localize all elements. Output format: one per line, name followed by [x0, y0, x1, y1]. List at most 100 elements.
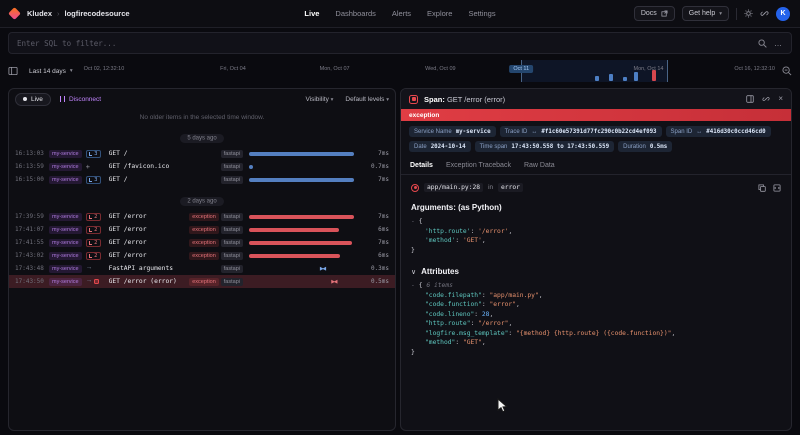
- expand-icon[interactable]: +: [86, 163, 90, 171]
- fastapi-tag: fastapi: [221, 163, 243, 171]
- nav-tab-live[interactable]: Live: [304, 9, 319, 18]
- get-help-button[interactable]: Get help ▾: [682, 6, 729, 21]
- row-duration: 6ms: [365, 252, 389, 259]
- search-icon[interactable]: [758, 39, 767, 48]
- time-range-select[interactable]: Last 14 days ▾: [25, 65, 77, 78]
- child-arrow-icon: →: [86, 278, 93, 285]
- levels-dropdown[interactable]: Default levels ▾: [345, 96, 389, 103]
- share-link-icon[interactable]: [760, 9, 769, 18]
- live-button[interactable]: Live: [15, 93, 51, 106]
- attributes-heading[interactable]: ∨ Attributes: [411, 267, 781, 276]
- pause-icon: [60, 96, 65, 102]
- nav-tab-dashboards[interactable]: Dashboards: [335, 9, 375, 18]
- trace-row[interactable]: 17:39:59my-service2GET /errorexceptionfa…: [9, 210, 395, 223]
- timeline-bar: Last 14 days ▾ Oct 02, 12:32:10Fri, Oct …: [8, 58, 792, 84]
- copy-icon[interactable]: [758, 184, 766, 192]
- live-dot-icon: [23, 97, 27, 101]
- zoom-out-icon[interactable]: [782, 66, 792, 76]
- trace-row[interactable]: 17:43:02my-service2GET /errorexceptionfa…: [9, 249, 395, 262]
- meta-chip-service-name: Service Namemy-service: [409, 126, 496, 137]
- breadcrumb-project[interactable]: logfirecodesource: [65, 9, 130, 18]
- chevron-down-icon: ▾: [70, 68, 73, 74]
- trace-row[interactable]: 17:43:48my-service→FastAPI argumentsfast…: [9, 262, 395, 275]
- copy-code-icon[interactable]: [773, 184, 781, 192]
- id-link-icon: ↔: [696, 129, 702, 135]
- arguments-heading[interactable]: Arguments: (as Python): [411, 203, 781, 212]
- exception-tag: exception: [189, 239, 219, 247]
- top-navbar: Kludex › logfirecodesource LiveDashboard…: [0, 0, 800, 28]
- trace-row[interactable]: 17:41:07my-service2GET /errorexceptionfa…: [9, 223, 395, 236]
- filter-more-icon[interactable]: …: [774, 39, 783, 48]
- source-file-link[interactable]: app/main.py:28: [424, 183, 483, 192]
- open-in-panel-icon[interactable]: [746, 95, 754, 103]
- fastapi-tag: fastapi: [221, 252, 243, 260]
- span-count-badge[interactable]: 2: [86, 239, 101, 247]
- row-duration: 7ms: [365, 239, 389, 246]
- row-duration: 7ms: [365, 213, 389, 220]
- timeline-tick-label: Wed, Oct 09: [425, 66, 455, 72]
- logfire-logo-icon[interactable]: [8, 7, 21, 20]
- meta-chip-duration: Duration0.5ms: [618, 141, 672, 152]
- fastapi-tag: fastapi: [221, 176, 243, 184]
- source-in-word: in: [488, 184, 493, 191]
- fastapi-tag: fastapi: [221, 213, 243, 221]
- detail-tab-exception-traceback[interactable]: Exception Traceback: [446, 158, 511, 173]
- timeline-view-toggle-icon[interactable]: [8, 66, 18, 76]
- id-link-icon: ↔: [531, 129, 537, 135]
- trace-row[interactable]: 16:15:00my-service3GET /fastapi7ms: [9, 173, 395, 186]
- timeline-histogram-bar: [652, 70, 656, 81]
- timeline-tick-label: Oct 02, 12:32:10: [84, 66, 125, 72]
- meta-chip-date: Date2024-10-14: [409, 141, 471, 152]
- timeline-tick-label: Oct 16, 12:32:10: [734, 66, 775, 72]
- timeline-histogram-bar: [634, 72, 638, 81]
- trace-list: No older items in the selected time wind…: [9, 109, 395, 430]
- nav-tab-alerts[interactable]: Alerts: [392, 9, 411, 18]
- span-label: GET /error: [109, 213, 183, 220]
- trace-row[interactable]: 16:13:59my-service+GET /favicon.icofasta…: [9, 160, 395, 173]
- fold-toggle-icon[interactable]: -: [411, 282, 415, 289]
- code-entry: "http.route": "/error",: [411, 319, 781, 329]
- copy-link-icon[interactable]: [762, 95, 770, 103]
- meta-chip-span-id: Span ID↔#416d30c0ccd46cd0: [666, 126, 771, 137]
- visibility-dropdown[interactable]: Visibility ▾: [305, 96, 333, 103]
- duration-bar: [249, 241, 352, 245]
- span-count-badge[interactable]: 2: [86, 213, 101, 221]
- exception-tag: exception: [189, 252, 219, 260]
- chevron-down-icon: ∨: [411, 268, 416, 276]
- docs-button[interactable]: Docs: [634, 6, 675, 21]
- theme-toggle-icon[interactable]: [744, 9, 753, 18]
- row-duration: 7ms: [365, 176, 389, 183]
- service-tag: my-service: [49, 252, 82, 260]
- breadcrumb-org[interactable]: Kludex: [27, 9, 52, 18]
- code-entry: "method": "GET",: [411, 338, 781, 348]
- detail-tab-raw-data[interactable]: Raw Data: [524, 158, 555, 173]
- meta-chip-trace-id: Trace ID↔#f1c60e57391d77fc290c0b22cd4ef0…: [500, 126, 662, 137]
- span-count-badge[interactable]: 2: [86, 252, 101, 260]
- disconnect-button[interactable]: Disconnect: [60, 96, 101, 103]
- fold-toggle-icon[interactable]: -: [411, 218, 415, 225]
- span-count-badge[interactable]: 2: [86, 226, 101, 234]
- attributes-code-block: -{ 6 items"code.filepath": "app/main.py"…: [411, 281, 781, 357]
- timeline-ruler[interactable]: Oct 02, 12:32:10Fri, Oct 04Mon, Oct 07We…: [84, 58, 775, 84]
- nav-tab-explore[interactable]: Explore: [427, 9, 452, 18]
- trace-row[interactable]: 16:13:03my-service3GET /fastapi7ms: [9, 147, 395, 160]
- sql-filter-input[interactable]: [17, 39, 751, 48]
- timeline-tick-label: Mon, Oct 14: [633, 66, 663, 72]
- detail-tab-details[interactable]: Details: [410, 158, 433, 173]
- close-icon[interactable]: ×: [778, 95, 783, 103]
- nav-tab-settings[interactable]: Settings: [468, 9, 495, 18]
- span-count-badge[interactable]: 3: [86, 150, 101, 158]
- fastapi-tag: fastapi: [221, 265, 243, 273]
- user-avatar[interactable]: K: [776, 7, 790, 21]
- chevron-down-icon: ▾: [719, 11, 722, 17]
- trace-row[interactable]: 17:41:55my-service2GET /errorexceptionfa…: [9, 236, 395, 249]
- main-nav: Live Dashboards Alerts Explore Settings: [304, 9, 495, 18]
- instant-marker: ▶◀: [331, 279, 336, 285]
- span-meta-chips: Service Namemy-service Trace ID↔#f1c60e57…: [401, 121, 791, 157]
- chevron-down-icon: ▾: [331, 97, 334, 103]
- timeline-histogram-bar: [595, 76, 599, 81]
- trace-row[interactable]: 17:43:50my-service→GET /error (error)exc…: [9, 275, 395, 288]
- duration-bar: [249, 178, 354, 182]
- span-count-badge[interactable]: 3: [86, 176, 101, 184]
- span-detail-title: Span: GET /error (error): [424, 95, 505, 104]
